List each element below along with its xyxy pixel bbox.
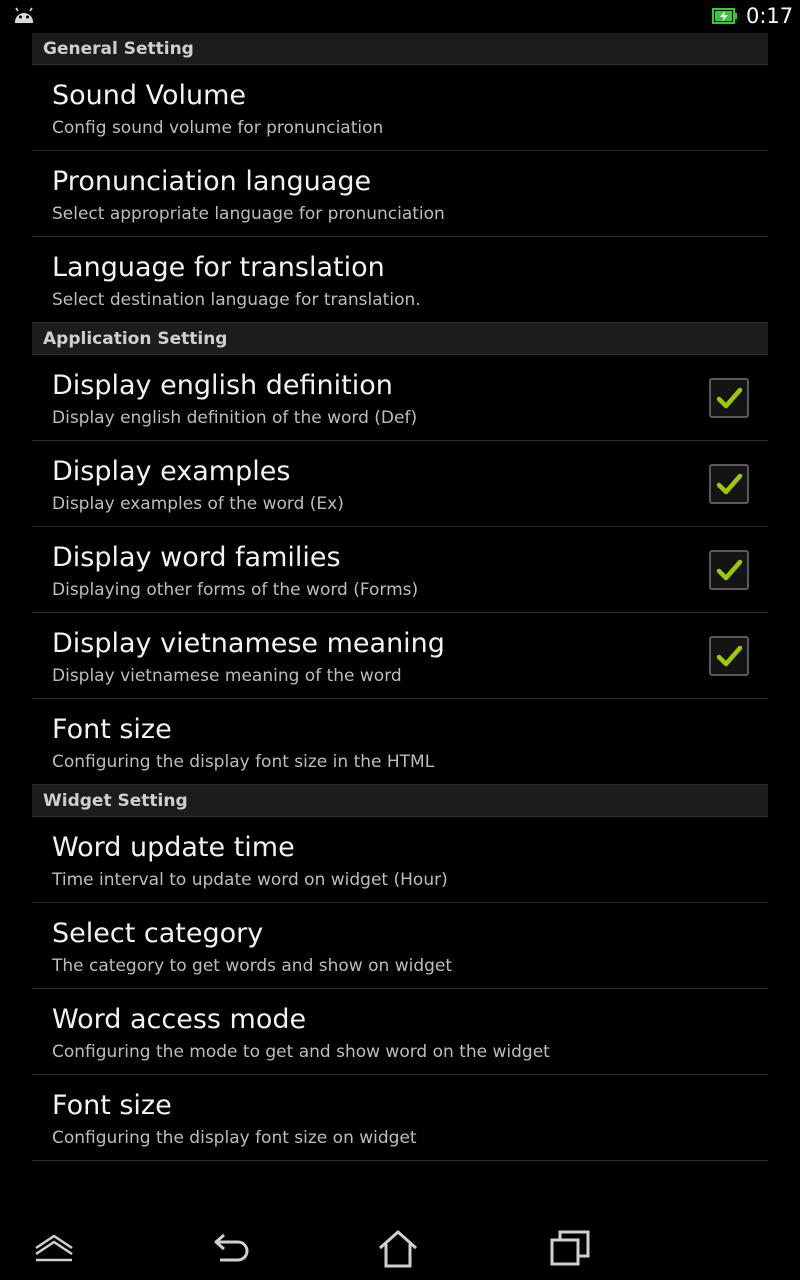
pref-word-update-time[interactable]: Word update time Time interval to update… <box>32 817 768 903</box>
section-header-general: General Setting <box>32 33 768 65</box>
checkbox-checked[interactable] <box>709 636 749 676</box>
checkmark-icon <box>716 559 743 581</box>
pref-summary: Displaying other forms of the word (Form… <box>52 580 419 600</box>
pref-display-word-families[interactable]: Display word families Displaying other f… <box>32 527 768 613</box>
section-header-application: Application Setting <box>32 323 768 355</box>
pref-title: Font size <box>52 714 172 745</box>
pref-title: Display word families <box>52 542 341 573</box>
pref-title: Sound Volume <box>52 80 247 111</box>
pref-summary: Display vietnamese meaning of the word <box>52 666 402 686</box>
pref-font-size-html[interactable]: Font size Configuring the display font s… <box>32 699 768 785</box>
pref-title: Display vietnamese meaning <box>52 628 445 659</box>
pref-summary: Select appropriate language for pronunci… <box>52 204 445 224</box>
pref-summary: Configuring the display font size on wid… <box>52 1128 417 1148</box>
pref-title: Font size <box>52 1090 172 1121</box>
pref-summary: Select destination language for translat… <box>52 290 421 310</box>
pref-title: Word access mode <box>52 1004 307 1035</box>
checkbox-checked[interactable] <box>709 464 749 504</box>
checkbox-checked[interactable] <box>709 550 749 590</box>
pref-display-english-definition[interactable]: Display english definition Display engli… <box>32 355 768 441</box>
pref-display-vietnamese-meaning[interactable]: Display vietnamese meaning Display vietn… <box>32 613 768 699</box>
pref-translation-language[interactable]: Language for translation Select destinat… <box>32 237 768 323</box>
pref-summary: Configuring the display font size in the… <box>52 752 435 772</box>
navigation-bar <box>0 1216 800 1280</box>
battery-charging-icon <box>712 8 738 24</box>
pref-summary: Display english definition of the word (… <box>52 408 418 428</box>
pref-sound-volume[interactable]: Sound Volume Config sound volume for pro… <box>32 65 768 151</box>
up-icon[interactable] <box>30 1224 78 1272</box>
pref-font-size-widget[interactable]: Font size Configuring the display font s… <box>32 1075 768 1161</box>
pref-pronunciation-language[interactable]: Pronunciation language Select appropriat… <box>32 151 768 237</box>
section-header-widget: Widget Setting <box>32 785 768 817</box>
pref-summary: Display examples of the word (Ex) <box>52 494 344 514</box>
pref-word-access-mode[interactable]: Word access mode Configuring the mode to… <box>32 989 768 1075</box>
settings-list: General Setting Sound Volume Config soun… <box>32 33 768 1161</box>
pref-title: Language for translation <box>52 252 385 283</box>
recent-apps-icon[interactable] <box>546 1224 594 1272</box>
pref-title: Display english definition <box>52 370 393 401</box>
pref-summary: Config sound volume for pronunciation <box>52 118 384 138</box>
status-bar: 0:17 <box>0 0 800 32</box>
pref-summary: The category to get words and show on wi… <box>52 956 453 976</box>
pref-title: Pronunciation language <box>52 166 372 197</box>
checkbox-checked[interactable] <box>709 378 749 418</box>
pref-select-category[interactable]: Select category The category to get word… <box>32 903 768 989</box>
checkmark-icon <box>716 473 743 495</box>
android-icon <box>12 6 36 26</box>
pref-title: Word update time <box>52 832 295 863</box>
pref-title: Display examples <box>52 456 291 487</box>
checkmark-icon <box>716 387 743 409</box>
checkmark-icon <box>716 645 743 667</box>
back-icon[interactable] <box>206 1224 254 1272</box>
home-icon[interactable] <box>374 1224 422 1272</box>
pref-summary: Configuring the mode to get and show wor… <box>52 1042 550 1062</box>
pref-display-examples[interactable]: Display examples Display examples of the… <box>32 441 768 527</box>
pref-title: Select category <box>52 918 264 949</box>
pref-summary: Time interval to update word on widget (… <box>52 870 448 890</box>
status-clock: 0:17 <box>746 4 794 28</box>
